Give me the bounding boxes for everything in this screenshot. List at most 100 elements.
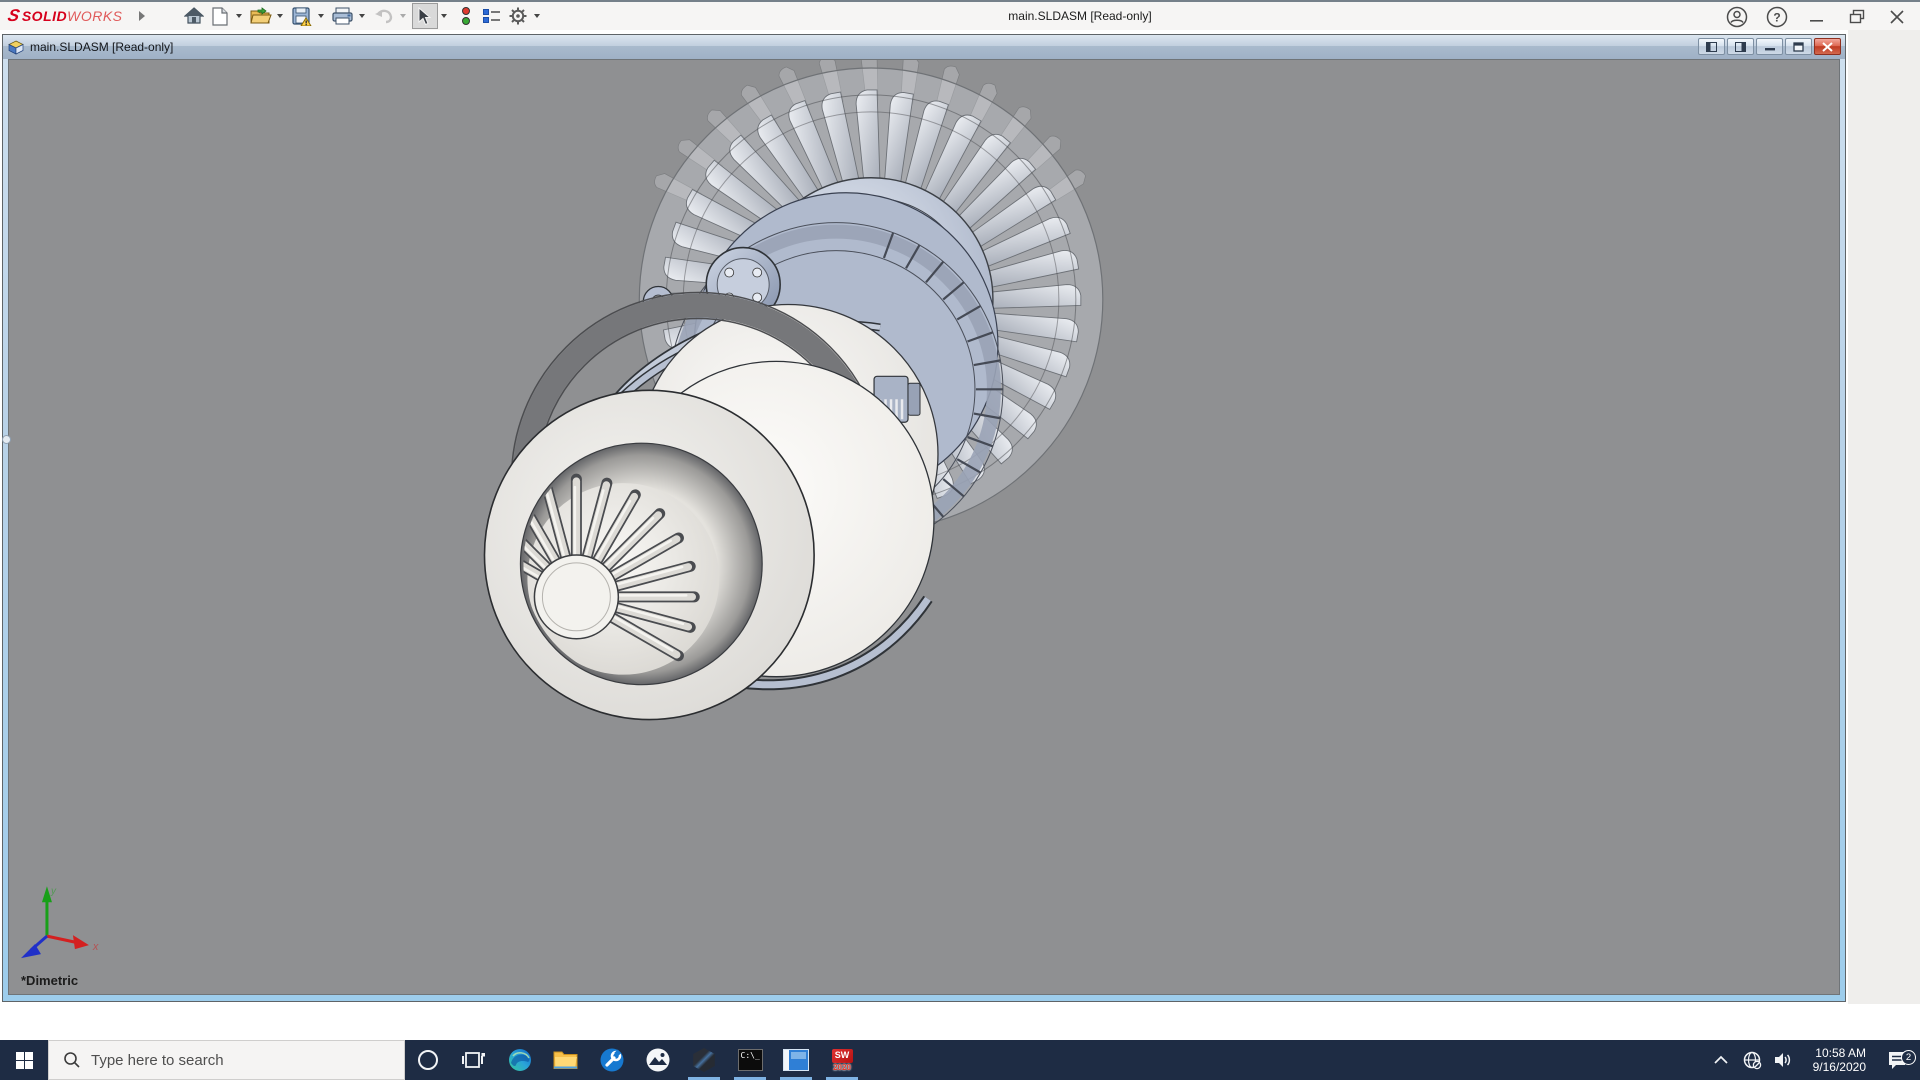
start-button[interactable] bbox=[0, 1040, 48, 1080]
cortana-icon bbox=[416, 1048, 440, 1072]
help-icon: ? bbox=[1766, 6, 1788, 28]
home-icon bbox=[184, 7, 204, 25]
undo-button[interactable] bbox=[371, 3, 397, 29]
app-window-title: main.SLDASM [Read-only] bbox=[880, 9, 1280, 23]
select-cursor-icon bbox=[417, 7, 432, 26]
jet-engine-model bbox=[474, 60, 1103, 720]
new-document-icon bbox=[212, 7, 228, 26]
search-input[interactable] bbox=[91, 1052, 371, 1069]
tray-network-button[interactable] bbox=[1736, 1050, 1767, 1070]
menu-flyout-arrow-icon[interactable] bbox=[139, 11, 145, 21]
tray-volume-button[interactable] bbox=[1767, 1051, 1798, 1069]
clock-time: 10:58 AM bbox=[1798, 1046, 1866, 1060]
graphics-viewport[interactable]: x y *Dimetric bbox=[8, 59, 1840, 995]
engine-model-canvas: x y bbox=[9, 60, 1839, 994]
view-orientation-label: *Dimetric bbox=[21, 973, 78, 988]
open-dropdown-icon[interactable] bbox=[277, 14, 283, 18]
home-button[interactable] bbox=[181, 3, 207, 29]
doc-restore-button[interactable] bbox=[1785, 38, 1812, 55]
triad-y-label: y bbox=[50, 886, 57, 897]
undo-icon bbox=[374, 8, 394, 24]
new-document-button[interactable] bbox=[207, 3, 233, 29]
brand-word-solid: SOLID bbox=[22, 8, 67, 24]
clock-date: 9/16/2020 bbox=[1798, 1060, 1866, 1074]
app-titlebar: S SOLID WORKS bbox=[0, 0, 1920, 30]
save-dropdown-icon[interactable] bbox=[318, 14, 324, 18]
undo-dropdown-icon[interactable] bbox=[400, 14, 406, 18]
tray-chevron-button[interactable] bbox=[1705, 1055, 1736, 1065]
taskbar-icon-photos[interactable] bbox=[635, 1040, 681, 1080]
close-button[interactable] bbox=[1884, 4, 1910, 30]
options-gear-icon bbox=[508, 6, 528, 26]
options-button[interactable] bbox=[505, 3, 531, 29]
hexagon-app-icon bbox=[692, 1048, 716, 1072]
speaker-icon bbox=[1773, 1051, 1793, 1069]
options-dropdown-icon[interactable] bbox=[534, 14, 540, 18]
solidworks-2020-icon: SW 2020 bbox=[832, 1049, 853, 1072]
performance-light-icon bbox=[460, 6, 471, 26]
action-center-button[interactable]: 2 bbox=[1874, 1050, 1920, 1070]
doc-close-button[interactable] bbox=[1814, 38, 1841, 55]
evaluate-button[interactable] bbox=[479, 3, 505, 29]
windows-logo-icon bbox=[16, 1052, 33, 1069]
photos-icon bbox=[645, 1047, 671, 1073]
task-pane-strip bbox=[1848, 30, 1920, 1004]
tray-clock[interactable]: 10:58 AM 9/16/2020 bbox=[1798, 1046, 1874, 1074]
taskbar-icon-command-prompt[interactable]: C:\_ bbox=[727, 1040, 773, 1080]
pane-left-button[interactable] bbox=[1698, 38, 1725, 55]
document-titlebar[interactable]: main.SLDASM [Read-only] bbox=[3, 35, 1845, 59]
document-title: main.SLDASM [Read-only] bbox=[30, 40, 173, 54]
save-icon bbox=[292, 7, 312, 26]
panel-splitter-handle[interactable] bbox=[2, 435, 11, 444]
taskbar-search[interactable] bbox=[48, 1040, 405, 1080]
workspace: main.SLDASM [Read-only] bbox=[0, 30, 1920, 1040]
search-icon bbox=[63, 1051, 81, 1069]
open-icon bbox=[250, 7, 272, 25]
help-button[interactable]: ? bbox=[1764, 4, 1790, 30]
select-tool-button[interactable] bbox=[412, 3, 438, 29]
taskbar-icon-file-explorer[interactable] bbox=[543, 1040, 589, 1080]
command-prompt-icon: C:\_ bbox=[738, 1049, 763, 1071]
select-tool-dropdown-icon[interactable] bbox=[441, 14, 447, 18]
system-tray: 10:58 AM 9/16/2020 2 bbox=[1705, 1040, 1920, 1080]
taskbar: C:\_ SW 2020 10:58 AM 9/16/2020 2 bbox=[0, 1040, 1920, 1080]
taskbar-icon-solidworks[interactable]: SW 2020 bbox=[819, 1040, 865, 1080]
close-icon bbox=[1890, 10, 1905, 25]
open-button[interactable] bbox=[248, 3, 274, 29]
notification-badge: 2 bbox=[1901, 1050, 1916, 1065]
account-button[interactable] bbox=[1724, 4, 1750, 30]
support-tool-wrench-icon bbox=[599, 1047, 625, 1073]
network-globe-icon bbox=[1742, 1050, 1762, 1070]
solidworks-logo-glyph: S bbox=[6, 6, 22, 26]
main-toolbar bbox=[181, 3, 546, 29]
print-icon bbox=[332, 7, 353, 25]
solidworks-logo: S SOLID WORKS bbox=[8, 6, 123, 26]
taskbar-icon-blue-window-app[interactable] bbox=[773, 1040, 819, 1080]
account-icon bbox=[1726, 6, 1748, 28]
blue-window-app-icon bbox=[783, 1049, 809, 1071]
taskbar-icon-task-view[interactable] bbox=[451, 1040, 497, 1080]
taskbar-icon-edge[interactable] bbox=[497, 1040, 543, 1080]
print-dropdown-icon[interactable] bbox=[359, 14, 365, 18]
save-button[interactable] bbox=[289, 3, 315, 29]
taskbar-icon-cortana[interactable] bbox=[405, 1040, 451, 1080]
doc-close-icon bbox=[1822, 42, 1833, 52]
document-window: main.SLDASM [Read-only] bbox=[2, 34, 1846, 1002]
help-glyph: ? bbox=[1773, 11, 1780, 25]
restore-button[interactable] bbox=[1844, 4, 1870, 30]
minimize-button[interactable] bbox=[1804, 4, 1830, 30]
brand-word-works: WORKS bbox=[67, 8, 122, 24]
taskbar-icon-support-tool[interactable] bbox=[589, 1040, 635, 1080]
doc-minimize-icon bbox=[1765, 42, 1775, 52]
chevron-up-icon bbox=[1714, 1055, 1728, 1065]
taskbar-icon-hexagon-app[interactable] bbox=[681, 1040, 727, 1080]
print-button[interactable] bbox=[330, 3, 356, 29]
doc-minimize-button[interactable] bbox=[1756, 38, 1783, 55]
doc-restore-icon bbox=[1793, 42, 1804, 52]
performance-button[interactable] bbox=[453, 3, 479, 29]
assembly-cube-icon bbox=[8, 40, 24, 55]
new-document-dropdown-icon[interactable] bbox=[236, 14, 242, 18]
file-explorer-icon bbox=[553, 1049, 579, 1071]
pane-right-button[interactable] bbox=[1727, 38, 1754, 55]
pane-left-icon bbox=[1706, 42, 1717, 52]
